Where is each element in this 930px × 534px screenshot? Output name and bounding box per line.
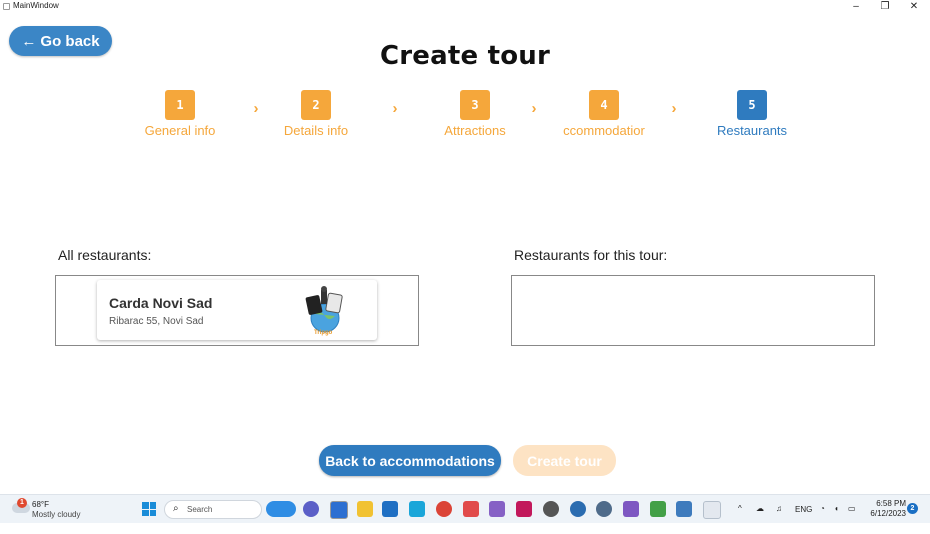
step-attractions: 3 Attractions bbox=[415, 90, 535, 138]
chat-icon[interactable] bbox=[303, 501, 319, 517]
step-accommodations: 4 ccommodatior bbox=[544, 90, 664, 138]
mainwindow-app-icon[interactable] bbox=[703, 501, 721, 519]
window-title: MainWindow bbox=[13, 1, 59, 10]
wps-icon[interactable] bbox=[463, 501, 479, 517]
chevron-right-icon: › bbox=[531, 100, 537, 117]
taskbar: 1 68°F Mostly cloudy ⌕ Search ^ ☁ ♫ ENG … bbox=[0, 494, 930, 523]
tripgo-logo: Tripgo bbox=[299, 284, 355, 340]
step-number: 5 bbox=[737, 90, 767, 120]
page-title: Create tour bbox=[379, 41, 551, 71]
weather-temp: 68°F bbox=[32, 500, 49, 509]
chevron-right-icon: › bbox=[671, 100, 677, 117]
restaurant-address: Ribarac 55, Novi Sad bbox=[109, 316, 204, 327]
maximize-button[interactable]: ❐ bbox=[874, 0, 896, 14]
all-restaurants-label: All restaurants: bbox=[58, 247, 152, 263]
windows-start-icon[interactable] bbox=[142, 502, 156, 516]
microphone-icon[interactable]: ♫ bbox=[776, 504, 782, 533]
weather-widget[interactable]: 1 68°F Mostly cloudy bbox=[8, 498, 98, 522]
app-l-icon[interactable] bbox=[409, 501, 425, 517]
store-icon[interactable] bbox=[330, 501, 348, 519]
tour-restaurants-list[interactable] bbox=[511, 275, 875, 346]
weather-condition: Mostly cloudy bbox=[32, 510, 81, 519]
settings-gear-icon[interactable] bbox=[596, 501, 612, 517]
wifi-icon[interactable]: ◔ bbox=[820, 504, 825, 533]
all-restaurants-list[interactable]: Carda Novi Sad Ribarac 55, Novi Sad Trip… bbox=[55, 275, 419, 346]
step-general-info: 1 General info bbox=[120, 90, 240, 138]
visual-studio-icon[interactable] bbox=[489, 501, 505, 517]
step-label: Restaurants bbox=[716, 123, 788, 138]
app-circle-icon[interactable] bbox=[570, 501, 586, 517]
chevron-up-icon[interactable]: ^ bbox=[738, 504, 742, 533]
clock-date: 6/12/2023 bbox=[870, 509, 906, 518]
taskbar-search[interactable]: ⌕ Search bbox=[164, 500, 262, 519]
notification-badge[interactable]: 2 bbox=[907, 503, 918, 514]
create-tour-button[interactable]: Create tour bbox=[513, 445, 616, 476]
app-icon bbox=[3, 3, 10, 10]
cloud-tray-icon[interactable]: ☁ bbox=[756, 504, 764, 533]
language-indicator[interactable]: ENG bbox=[795, 505, 812, 534]
battery-icon[interactable]: ▭ bbox=[848, 504, 856, 533]
restaurant-name: Carda Novi Sad bbox=[109, 295, 213, 311]
step-label: Attractions bbox=[444, 123, 506, 138]
app-diamond-icon[interactable] bbox=[650, 501, 666, 517]
window-titlebar: MainWindow – ❐ ✕ bbox=[0, 0, 930, 14]
step-number: 2 bbox=[301, 90, 331, 120]
app-face-icon[interactable] bbox=[543, 501, 559, 517]
minimize-button[interactable]: – bbox=[845, 0, 867, 14]
vs-preview-icon[interactable] bbox=[623, 501, 639, 517]
mail-icon[interactable] bbox=[382, 501, 398, 517]
chevron-right-icon: › bbox=[392, 100, 398, 117]
step-label: Details info bbox=[283, 123, 349, 138]
restaurant-card[interactable]: Carda Novi Sad Ribarac 55, Novi Sad Trip… bbox=[97, 280, 377, 340]
file-explorer-icon[interactable] bbox=[357, 501, 373, 517]
step-number: 1 bbox=[165, 90, 195, 120]
back-to-accommodations-button[interactable]: Back to accommodations bbox=[319, 445, 501, 476]
clock-time: 6:58 PM bbox=[876, 499, 906, 508]
step-details-info: 2 Details info bbox=[256, 90, 376, 138]
bing-icon[interactable] bbox=[266, 501, 296, 517]
close-button[interactable]: ✕ bbox=[903, 0, 925, 14]
search-placeholder: Search bbox=[187, 505, 213, 514]
taskbar-clock[interactable]: 6:58 PM 6/12/2023 bbox=[866, 499, 906, 519]
app-stack-icon[interactable] bbox=[516, 501, 532, 517]
weather-badge: 1 bbox=[17, 498, 27, 508]
notepad-icon[interactable] bbox=[676, 501, 692, 517]
tour-restaurants-label: Restaurants for this tour: bbox=[514, 247, 668, 263]
volume-icon[interactable]: ◖ bbox=[834, 504, 839, 533]
step-restaurants: 5 Restaurants bbox=[692, 90, 812, 138]
step-label: ccommodatior bbox=[563, 123, 645, 138]
search-icon: ⌕ bbox=[173, 503, 179, 514]
step-number: 3 bbox=[460, 90, 490, 120]
chrome-icon[interactable] bbox=[436, 501, 452, 517]
step-number: 4 bbox=[589, 90, 619, 120]
step-label: General info bbox=[144, 123, 216, 138]
tripgo-logo-text: Tripgo bbox=[314, 330, 333, 336]
